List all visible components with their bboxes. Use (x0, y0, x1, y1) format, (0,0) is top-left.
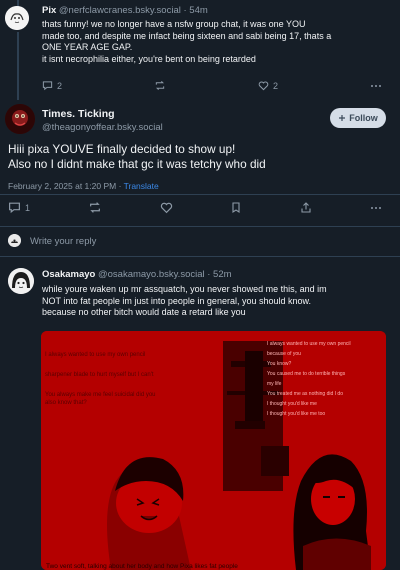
main-post-actions: 1 (8, 201, 382, 214)
heart-icon (160, 202, 172, 214)
post-actions: 2 2 (42, 80, 382, 91)
like-button[interactable]: 2 (258, 80, 278, 91)
image-text-line: You always make me feel suicidal did you (45, 392, 156, 398)
post-date[interactable]: February 2, 2025 at 1:20 PM (8, 181, 116, 191)
repost-button[interactable] (154, 80, 166, 91)
image-text-line: because of you (267, 351, 301, 357)
share-button[interactable] (300, 201, 312, 214)
reply-button[interactable]: 2 (42, 80, 62, 91)
post-text: thats funny! we no longer have a nsfw gr… (42, 19, 331, 65)
post-text-line: it isnt necrophilia either, you're bent … (42, 53, 256, 64)
timestamp[interactable]: · 54m (183, 5, 207, 16)
post-header: Times. Ticking (42, 108, 115, 120)
reply-icon (9, 202, 20, 214)
composer-avatar (8, 234, 21, 247)
display-name[interactable]: Osakamayo (42, 269, 95, 280)
image-text-line: also know that? (45, 400, 87, 406)
image-text-line: You know? (267, 361, 292, 367)
repost-button[interactable] (88, 201, 102, 214)
post-text-line: Also no I didnt make that gc it was tetc… (8, 156, 266, 171)
main-post-text: Hiii pixa YOUVE finally decided to show … (8, 142, 266, 171)
share-icon (301, 202, 311, 213)
post-text-line: NOT into fat people im just into people … (42, 295, 311, 306)
post-meta: February 2, 2025 at 1:20 PM · Translate (8, 181, 159, 191)
pix-avatar-drawing-icon (5, 6, 29, 30)
image-text-line: my life (267, 381, 282, 387)
reply-input[interactable]: Write your reply (30, 236, 96, 247)
bookmark-icon (232, 202, 240, 214)
divider (0, 226, 400, 227)
post-text: while youre waken up mr assquatch, you n… (42, 284, 327, 319)
repost-icon (155, 81, 165, 90)
times-avatar-art-icon (5, 104, 35, 134)
post-text-line: because no other bitch would date a reta… (42, 307, 246, 317)
repost-icon (89, 202, 100, 213)
display-name[interactable]: Pix (42, 5, 56, 16)
more-options-button[interactable] (370, 206, 382, 210)
image-text-line: You caused me to do terrible things (267, 371, 346, 377)
more-options-button[interactable] (370, 84, 382, 88)
plus-icon (339, 115, 346, 121)
heart-icon (258, 81, 269, 91)
embedded-image[interactable]: I always wanted to use my own pencil sha… (41, 331, 386, 570)
avatar[interactable] (5, 6, 29, 30)
image-caption: Two vent soft, talking about her body an… (46, 563, 238, 570)
display-name[interactable]: Times. Ticking (42, 108, 115, 120)
reply-count: 2 (57, 80, 63, 91)
post-pix[interactable]: Pix @nerfclawcranes.bsky.social · 54m th… (0, 0, 400, 100)
post-header: Pix @nerfclawcranes.bsky.social · 54m (42, 5, 208, 16)
avatar[interactable] (8, 268, 34, 294)
post-text-line: while youre waken up mr assquatch, you n… (42, 284, 327, 294)
reply-button[interactable]: 1 (8, 201, 30, 214)
image-text-line: I thought you'd like me (267, 401, 317, 407)
divider (0, 194, 400, 195)
osakamayo-avatar-drawing-icon (8, 268, 34, 294)
post-text-line: thats funny! we no longer have a nsfw gr… (42, 19, 306, 29)
reply-icon (42, 81, 53, 91)
ellipsis-icon (371, 206, 381, 209)
post-header: Osakamayo @osakamayo.bsky.social · 52m (42, 269, 232, 280)
image-text-line: I always wanted to use my own pencil (45, 352, 146, 358)
image-text-left: I always wanted to use my own pencil sha… (45, 351, 215, 407)
follow-label: Follow (349, 113, 378, 123)
image-text-line: I thought you'd like me too (267, 411, 326, 417)
timestamp[interactable]: · 52m (207, 269, 231, 280)
handle[interactable]: @osakamayo.bsky.social (98, 269, 205, 280)
post-handle-line: @theagonyoffear.bsky.social (42, 122, 163, 133)
like-count: 2 (272, 80, 278, 91)
image-text-right: I always wanted to use my own pencil bec… (267, 339, 383, 419)
post-text-line: Hiii pixa YOUVE finally decided to show … (8, 142, 236, 156)
like-button[interactable] (160, 201, 173, 214)
avatar[interactable] (5, 104, 35, 134)
follow-button[interactable]: Follow (330, 108, 386, 128)
post-text-line: ONE YEAR AGE GAP. (42, 42, 133, 52)
bookmark-button[interactable] (230, 201, 242, 214)
image-text-line: I always wanted to use my own pencil (267, 341, 351, 347)
post-text-line: made too, and despite me infact being si… (42, 30, 332, 41)
user-avatar-icon (8, 234, 21, 247)
handle[interactable]: @nerfclawcranes.bsky.social (59, 5, 181, 16)
reply-count: 1 (25, 202, 31, 213)
ellipsis-icon (370, 84, 381, 87)
image-text-line: sharpener blade to hurt myself but I can… (45, 372, 154, 378)
handle[interactable]: @theagonyoffear.bsky.social (42, 122, 163, 133)
translate-link[interactable]: Translate (124, 181, 159, 191)
image-text-line: You treated me as nothing did I do (267, 391, 343, 397)
